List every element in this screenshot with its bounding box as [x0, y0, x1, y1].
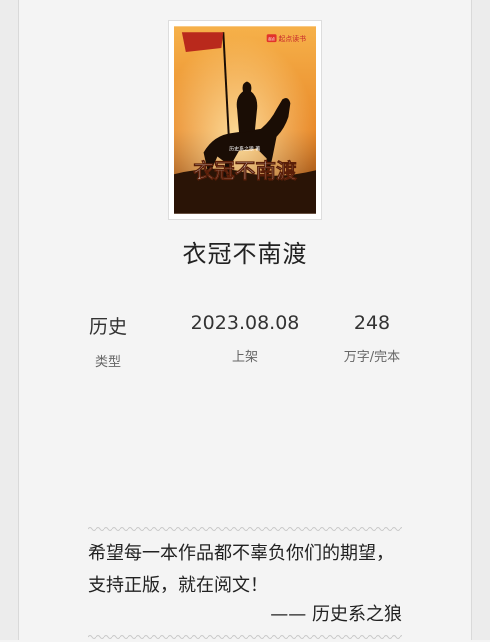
- stat-shelf-date: 2023.08.08 上架: [175, 312, 315, 365]
- wavy-divider-bottom: [88, 634, 402, 642]
- stat-genre-value: 历史: [88, 316, 127, 338]
- stat-word-count-value: 248: [353, 312, 391, 334]
- stat-genre-label: 类型: [94, 355, 121, 370]
- wavy-divider-top: [88, 526, 402, 534]
- stat-genre: 历史 类型: [38, 312, 178, 370]
- cover-title-text: 衣冠不南渡: [193, 159, 297, 183]
- stat-word-count-label: 万字/完本: [343, 350, 401, 365]
- cover-author-text: 历史系之狼 著: [229, 146, 260, 153]
- author-message: 希望每一本作品都不辜负你们的期望，支持正版，就在阅文！: [88, 543, 394, 596]
- book-cover[interactable]: 起点 起点读书 历史系之狼 著 衣冠不南渡: [168, 20, 322, 220]
- page-edge-right: [472, 0, 490, 640]
- stat-word-count: 248 万字/完本: [302, 312, 442, 365]
- cover-illustration: 起点 起点读书 历史系之狼 著 衣冠不南渡: [174, 26, 316, 214]
- cover-brand-text: 起点读书: [279, 34, 307, 43]
- author-signature: —— 历史系之狼: [270, 604, 402, 625]
- page-edge-left-line: [18, 0, 19, 640]
- page-edge-right-line: [471, 0, 472, 640]
- book-title: 衣冠不南渡: [182, 240, 308, 268]
- stat-shelf-date-label: 上架: [231, 350, 258, 365]
- svg-text:起点: 起点: [268, 36, 275, 41]
- stat-shelf-date-value: 2023.08.08: [190, 312, 300, 334]
- page-edge-left: [0, 0, 18, 640]
